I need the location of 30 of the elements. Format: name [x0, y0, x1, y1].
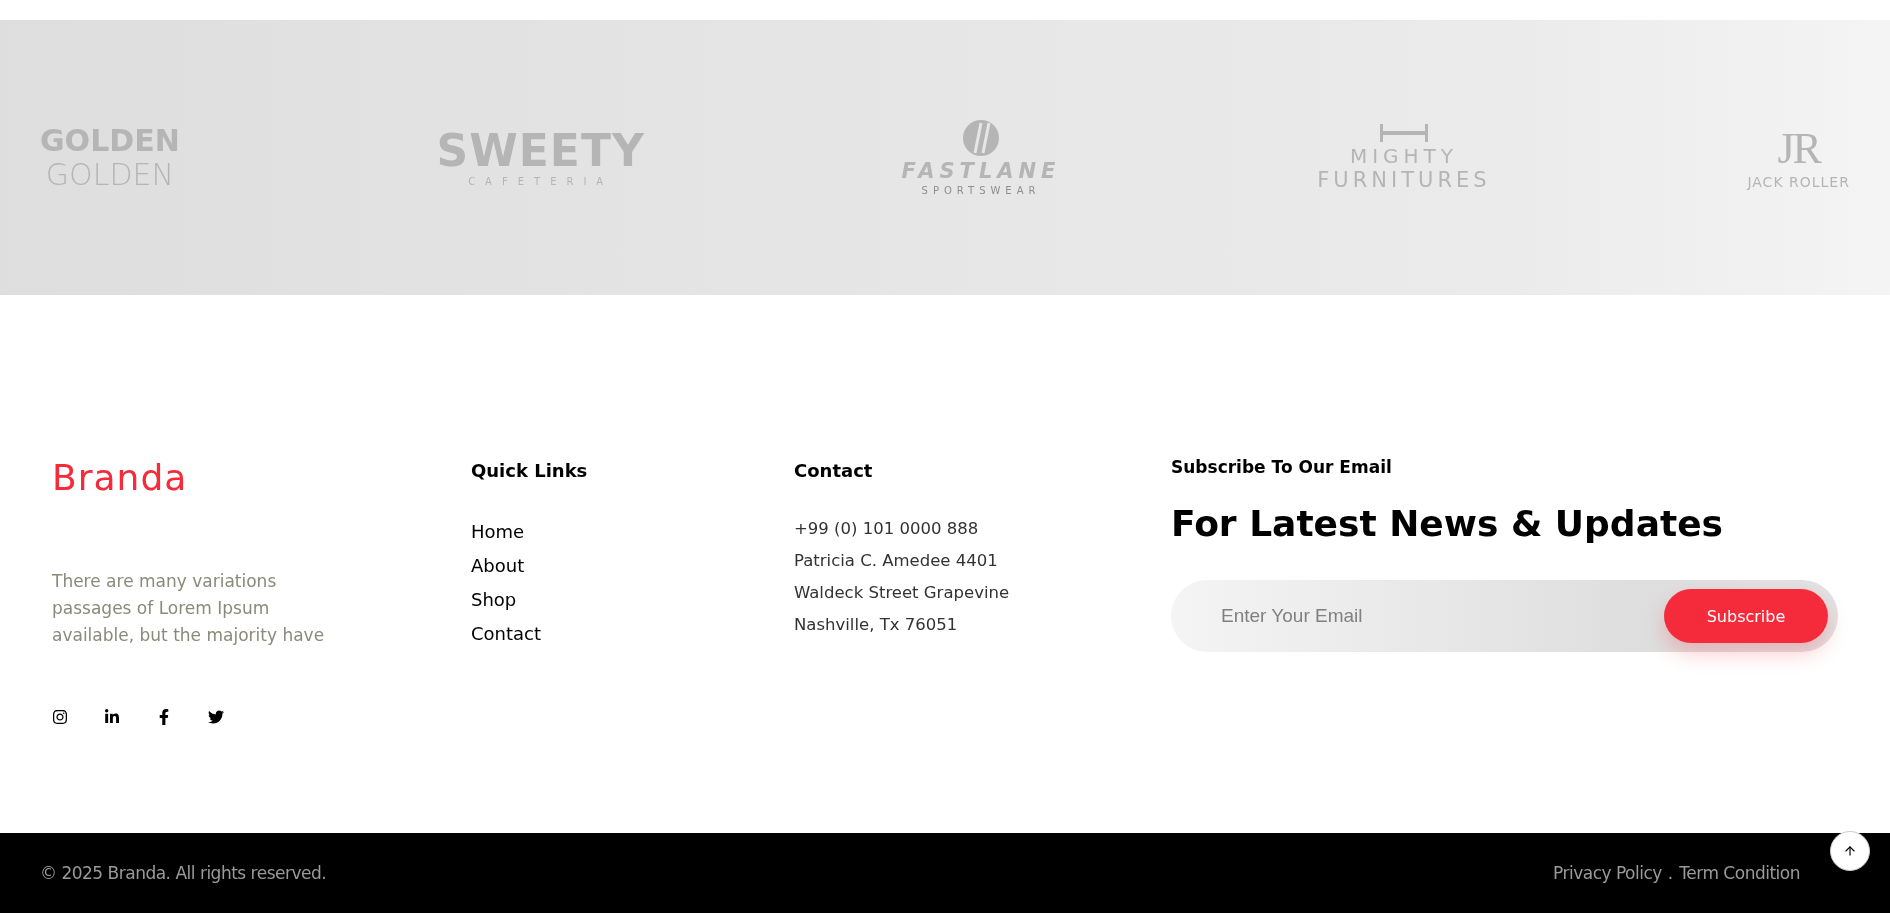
arrow-up-icon [1843, 844, 1857, 858]
logo-subtitle: JACK ROLLER [1747, 174, 1850, 189]
linkedin-icon[interactable] [104, 709, 120, 725]
column-title: Quick Links [471, 460, 589, 481]
scroll-top-button[interactable] [1830, 831, 1870, 871]
contact-line: +99 (0) 101 0000 888 [794, 518, 980, 540]
bed-icon [1379, 124, 1428, 142]
logo-title: JR [1777, 126, 1820, 171]
logo-subtitle: SPORTSWEAR [921, 186, 1041, 196]
column-title: Contact [794, 460, 874, 481]
subscribe-heading: For Latest News & Updates [1171, 503, 1724, 544]
copyright-text: © 2025 Branda. All rights reserved. [40, 863, 327, 883]
footer-link[interactable]: Contact [471, 621, 794, 646]
footer-link[interactable]: About [471, 553, 794, 578]
footer-link[interactable]: Shop [471, 587, 794, 612]
contact-line: Nashville, Tx 76051 [794, 614, 959, 636]
separator-dot: . [1667, 863, 1674, 883]
contact-line: Patricia C. Amedee 4401 [794, 550, 999, 572]
subscribe-label: Subscribe To Our Email [1171, 457, 1393, 477]
twitter-icon[interactable] [208, 709, 224, 725]
brand-description: There are many variations passages of Lorem Ipsum available, but the majority have [52, 570, 326, 647]
legal-link[interactable]: Privacy Policy [1553, 863, 1662, 883]
instagram-icon[interactable] [52, 709, 68, 725]
stripes-icon [961, 119, 1001, 157]
brand-name: Branda [52, 457, 189, 498]
legal-link[interactable]: Term Condition [1679, 863, 1800, 883]
contact-line: Waldeck Street Grapevine [794, 582, 1011, 604]
subscribe-button[interactable]: Subscribe [1664, 589, 1828, 643]
email-field[interactable]: Enter Your Email Subscribe [1171, 580, 1838, 652]
footer-link[interactable]: Home [471, 519, 794, 544]
